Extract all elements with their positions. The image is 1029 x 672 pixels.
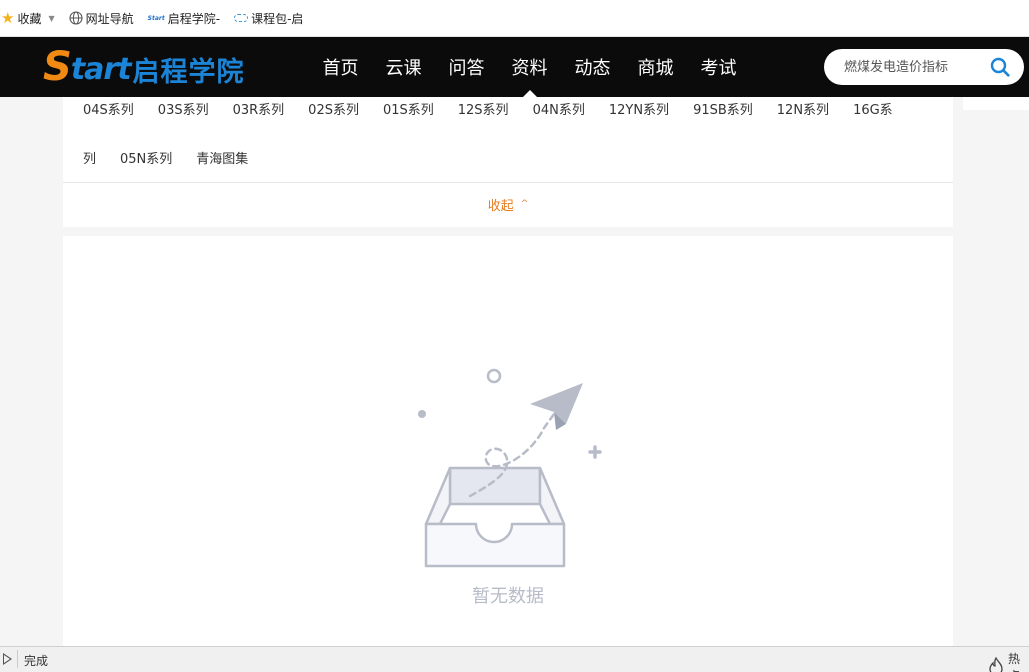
- tag-04n[interactable]: 04N系列: [533, 99, 585, 118]
- nav-feed[interactable]: 动态: [561, 37, 624, 97]
- nav-mall[interactable]: 商城: [624, 37, 687, 97]
- favorites-bar: ★ 收藏 ▼ 网址导航 Start 启程学院- 课程包-启: [0, 0, 1029, 37]
- favorites-label: 收藏: [17, 11, 42, 26]
- category-tags-panel: 04S系列 03S系列 03R系列 02S系列 01S系列 12S系列 04N系…: [63, 97, 953, 227]
- tag-01s[interactable]: 01S系列: [383, 99, 434, 118]
- favorite-link-label: 课程包-启: [251, 11, 304, 26]
- tag-12yn[interactable]: 12YN系列: [609, 99, 669, 118]
- divider: [63, 182, 953, 183]
- empty-inbox-paper-plane-icon: [418, 368, 602, 568]
- favorite-link-start[interactable]: Start 启程学院-: [148, 0, 220, 37]
- nav-home[interactable]: 首页: [309, 37, 372, 97]
- nav-cloud-course[interactable]: 云课: [372, 37, 435, 97]
- chevron-down-icon: ▼: [48, 13, 55, 23]
- logo-s: S: [43, 44, 72, 90]
- logo-tart: tart: [70, 52, 132, 87]
- status-text: 完成: [24, 654, 49, 668]
- tag-16g-continued[interactable]: 列: [83, 148, 96, 167]
- star-icon: ★: [1, 8, 15, 27]
- tags-row: 列 05N系列 青海图集: [83, 146, 248, 168]
- nav-materials[interactable]: 资料: [498, 37, 561, 97]
- hot-news-button[interactable]: 热点: [988, 650, 1029, 672]
- empty-state-text: 暂无数据: [472, 586, 544, 607]
- search-box: [824, 49, 1024, 85]
- favorite-link-nav[interactable]: 网址导航: [69, 0, 134, 37]
- tag-91sb[interactable]: 91SB系列: [693, 99, 753, 118]
- flame-icon: [988, 656, 1004, 672]
- cloud-icon: [234, 14, 249, 22]
- nav-qa[interactable]: 问答: [435, 37, 498, 97]
- tag-12s[interactable]: 12S系列: [458, 99, 509, 118]
- status-bar: 完成 热点: [0, 646, 1029, 672]
- start-logo-icon: Start: [147, 14, 165, 22]
- tags-row: 04S系列 03S系列 03R系列 02S系列 01S系列 12S系列 04N系…: [83, 97, 893, 119]
- favorite-link-label: 启程学院-: [167, 11, 221, 26]
- logo-cn: 启程学院: [132, 56, 245, 88]
- favorite-link-course[interactable]: 课程包-启: [234, 0, 303, 37]
- tag-16g[interactable]: 16G系: [853, 99, 893, 118]
- tag-03r[interactable]: 03R系列: [233, 99, 285, 118]
- favorites-menu[interactable]: ★ 收藏 ▼: [1, 0, 55, 37]
- favorite-link-label: 网址导航: [85, 11, 134, 26]
- globe-icon: [69, 11, 83, 25]
- collapse-label: 收起: [487, 198, 514, 214]
- tag-02s[interactable]: 02S系列: [308, 99, 359, 118]
- divider: [17, 650, 18, 668]
- nav-exam[interactable]: 考试: [687, 37, 750, 97]
- materials-list: 暂无数据: [63, 236, 953, 656]
- play-icon[interactable]: [3, 653, 12, 665]
- tag-04s[interactable]: 04S系列: [83, 99, 134, 118]
- side-panel-stub: [963, 97, 1029, 110]
- search-icon[interactable]: [990, 57, 1010, 77]
- collapse-button[interactable]: 收起 ^: [63, 191, 953, 217]
- search-input[interactable]: [844, 58, 984, 76]
- main-nav: 首页 云课 问答 资料 动态 商城 考试: [309, 37, 750, 97]
- tag-qinghai[interactable]: 青海图集: [196, 148, 248, 167]
- site-header: S tart 启程学院 首页 云课 问答 资料 动态 商城 考试: [0, 37, 1029, 97]
- hot-label: 热点: [1008, 652, 1021, 672]
- tag-03s[interactable]: 03S系列: [158, 99, 209, 118]
- site-logo[interactable]: S tart 启程学院: [43, 45, 245, 89]
- chevron-up-icon: ^: [520, 199, 529, 209]
- tag-12n[interactable]: 12N系列: [777, 99, 829, 118]
- tag-05n[interactable]: 05N系列: [120, 148, 172, 167]
